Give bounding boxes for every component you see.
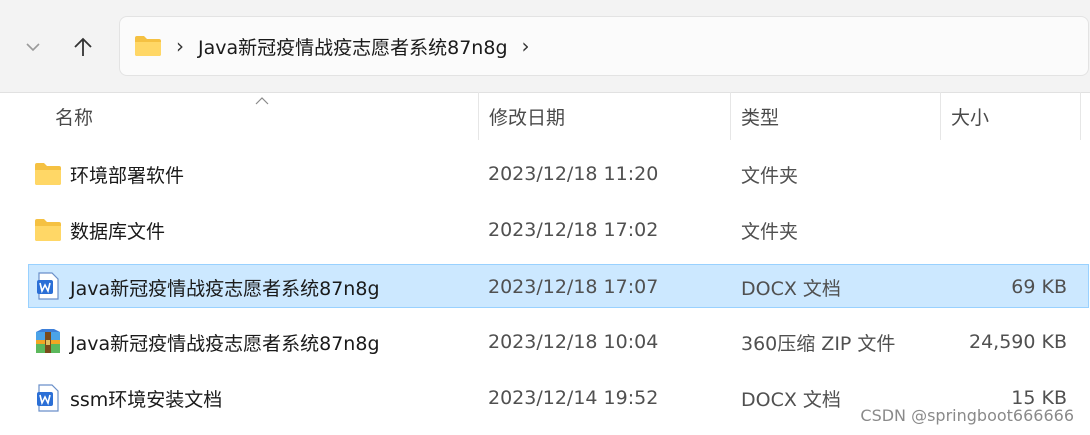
column-header-name[interactable]: 名称	[55, 92, 93, 140]
file-type: 360压缩 ZIP 文件	[741, 332, 896, 355]
up-button[interactable]	[66, 30, 100, 64]
file-modified-date: 2023/12/18 10:04	[488, 331, 659, 353]
file-modified-date: 2023/12/18 11:20	[488, 163, 659, 185]
folder-icon	[134, 34, 162, 58]
file-name: 环境部署软件	[70, 164, 185, 187]
file-name: 数据库文件	[70, 220, 166, 243]
file-modified-date: 2023/12/18 17:07	[488, 276, 659, 298]
file-size: 69 KB	[1011, 276, 1067, 298]
column-divider[interactable]	[478, 92, 479, 140]
file-modified-date: 2023/12/18 17:02	[488, 219, 659, 241]
file-name: Java新冠疫情战疫志愿者系统87n8g	[70, 277, 380, 300]
file-type: DOCX 文档	[741, 388, 841, 411]
file-row-selected[interactable]: Java新冠疫情战疫志愿者系统87n8g 2023/12/18 17:07 DO…	[28, 264, 1089, 308]
file-type: 文件夹	[741, 220, 799, 243]
breadcrumb-current-folder[interactable]: Java新冠疫情战疫志愿者系统87n8g	[198, 33, 508, 60]
column-divider[interactable]	[730, 92, 731, 140]
column-header-modified[interactable]: 修改日期	[489, 92, 565, 140]
file-name: Java新冠疫情战疫志愿者系统87n8g	[70, 332, 380, 355]
recent-locations-button[interactable]	[16, 30, 50, 64]
folder-icon	[34, 160, 62, 188]
docx-icon	[34, 384, 62, 412]
watermark-text: CSDN @springboot666666	[860, 406, 1074, 425]
file-type: DOCX 文档	[741, 277, 841, 300]
breadcrumb-chevron-icon: ›	[176, 34, 184, 58]
file-type: 文件夹	[741, 164, 799, 187]
column-divider[interactable]	[1080, 92, 1081, 140]
zip-archive-icon	[34, 328, 62, 356]
chevron-down-icon	[26, 43, 40, 52]
navigation-bar: › Java新冠疫情战疫志愿者系统87n8g ›	[0, 0, 1090, 93]
column-header-type[interactable]: 类型	[741, 92, 779, 140]
docx-icon	[34, 272, 62, 300]
file-row[interactable]: 数据库文件 2023/12/18 17:02 文件夹	[28, 208, 1089, 252]
file-size: 24,590 KB	[968, 331, 1067, 353]
breadcrumb-expand-chevron-icon[interactable]: ›	[522, 34, 530, 58]
column-header-row: 名称 修改日期 类型 大小	[0, 92, 1090, 140]
arrow-up-icon	[74, 37, 92, 56]
column-divider[interactable]	[940, 92, 941, 140]
file-row[interactable]: 环境部署软件 2023/12/18 11:20 文件夹	[28, 152, 1089, 196]
file-row[interactable]: Java新冠疫情战疫志愿者系统87n8g 2023/12/18 10:04 36…	[28, 320, 1089, 364]
file-name: ssm环境安装文档	[70, 388, 223, 411]
folder-icon	[34, 216, 62, 244]
address-bar[interactable]: › Java新冠疫情战疫志愿者系统87n8g ›	[119, 16, 1089, 76]
column-header-size[interactable]: 大小	[951, 92, 989, 140]
file-modified-date: 2023/12/14 19:52	[488, 387, 659, 409]
